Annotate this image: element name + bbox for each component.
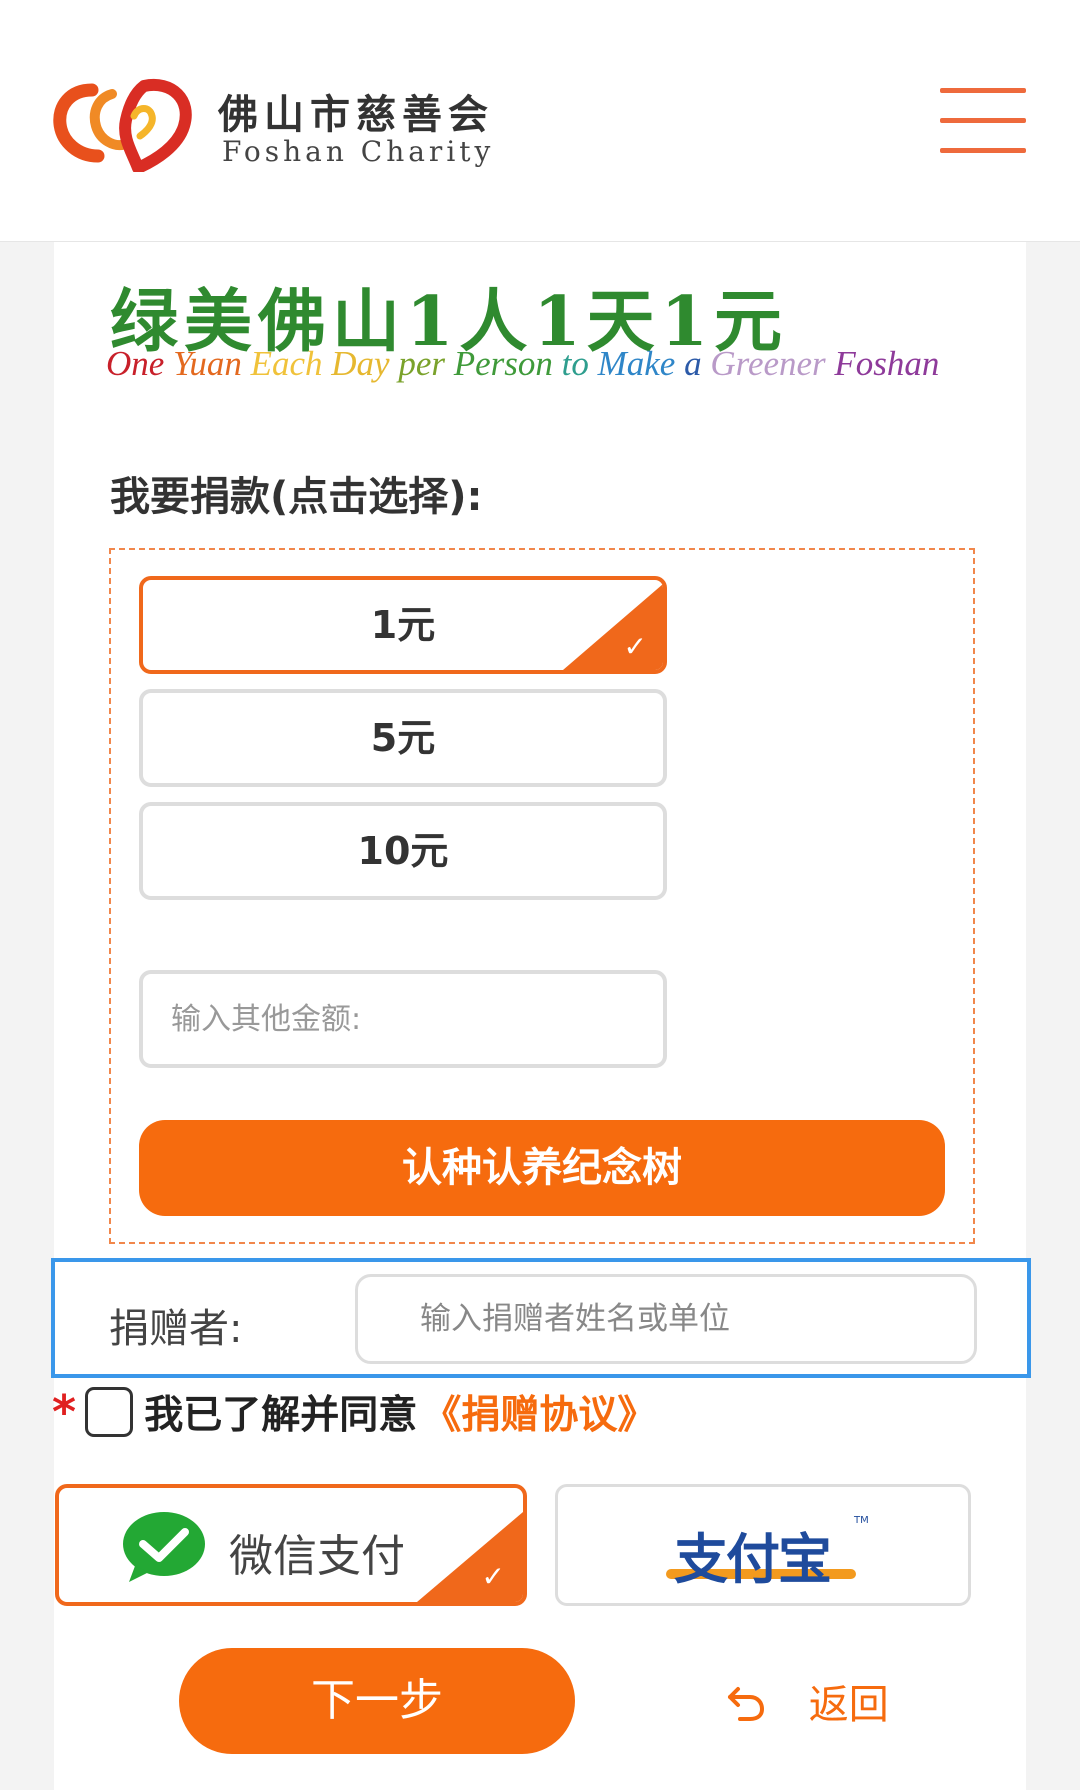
- slogan-word: Foshan: [834, 344, 940, 383]
- slogan-word: One: [106, 344, 165, 383]
- heart-rings-logo-icon[interactable]: [52, 72, 202, 172]
- slogan-word: per: [398, 344, 445, 383]
- site-header: 佛山市慈善会 Foshan Charity: [0, 0, 1080, 242]
- slogan-word: a: [684, 344, 702, 383]
- amount-option-label: 10元: [357, 829, 449, 873]
- agreement-link[interactable]: 《捐赠协议》: [422, 1384, 656, 1440]
- agreement-row: * 我已了解并同意 《捐赠协议》: [52, 1384, 656, 1444]
- custom-amount-input[interactable]: [139, 970, 667, 1068]
- amount-option-1[interactable]: 1元 ✓: [139, 576, 667, 674]
- hamburger-menu-icon[interactable]: [940, 88, 1026, 154]
- selected-corner: [417, 1512, 523, 1602]
- agreement-checkbox[interactable]: [85, 1387, 134, 1437]
- adopt-tree-button[interactable]: 认种认养纪念树: [139, 1120, 945, 1216]
- agreement-text: 我已了解并同意: [144, 1393, 418, 1438]
- amount-option-10[interactable]: 10元: [139, 802, 667, 900]
- check-icon: ✓: [623, 630, 647, 663]
- slogan-word: Each: [250, 344, 323, 383]
- amount-option-label: 5元: [370, 716, 436, 760]
- donation-title: 我要捐款(点击选择):: [110, 474, 483, 520]
- alipay-trademark: TM: [854, 1515, 869, 1526]
- slogan-word: Day: [331, 344, 390, 383]
- next-step-button[interactable]: 下一步: [179, 1648, 575, 1754]
- org-name-cn: 佛山市慈善会: [218, 91, 494, 138]
- back-button[interactable]: 返回: [726, 1672, 889, 1732]
- required-asterisk: *: [52, 1385, 77, 1439]
- back-label: 返回: [808, 1682, 889, 1728]
- slogan-en: One Yuan Each Day per Person to Make a G…: [106, 344, 939, 384]
- amount-selection-box: 1元 ✓ 5元 10元 认种认养纪念树: [109, 548, 975, 1244]
- wechat-icon: [123, 1512, 205, 1582]
- donor-label: 捐赠者:: [109, 1306, 243, 1352]
- org-name-en: Foshan Charity: [222, 135, 495, 168]
- wechat-pay-label: 微信支付: [229, 1531, 405, 1582]
- amount-option-5[interactable]: 5元: [139, 689, 667, 787]
- slogan-word: Greener: [710, 344, 826, 383]
- undo-arrow-icon: [728, 1687, 765, 1721]
- wechat-pay-button[interactable]: 微信支付 ✓: [55, 1484, 527, 1606]
- alipay-logo: 支付宝: [674, 1528, 832, 1591]
- donor-row: 捐赠者:: [51, 1258, 1031, 1378]
- slogan-word: Person: [453, 344, 553, 383]
- slogan-word: to: [561, 344, 589, 383]
- slogan-word: Make: [597, 344, 676, 383]
- alipay-button[interactable]: 支付宝 TM: [555, 1484, 971, 1606]
- slogan-word: Yuan: [173, 344, 242, 383]
- check-icon: ✓: [481, 1560, 505, 1593]
- selected-corner: [563, 584, 663, 670]
- amount-option-label: 1元: [370, 603, 436, 647]
- donor-name-input[interactable]: [355, 1274, 977, 1364]
